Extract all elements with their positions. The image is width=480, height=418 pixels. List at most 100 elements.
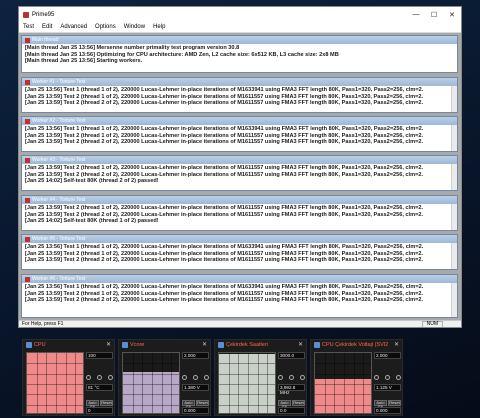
worker-icon	[25, 157, 30, 163]
radio-knob-icon[interactable]	[289, 375, 294, 380]
log-line: [Jan 25 14:02] Self-test 80K (thread 1 o…	[25, 218, 159, 225]
menu-test[interactable]: Test	[19, 24, 38, 30]
radio-knob-icon[interactable]	[396, 375, 401, 380]
child-title-bar[interactable]: Worker #6 - Torture Test	[22, 275, 457, 283]
close-icon[interactable]: ✕	[298, 340, 303, 350]
vertical-scrollbar[interactable]	[451, 125, 457, 151]
radio-knob-icon[interactable]	[385, 375, 390, 380]
close-button[interactable]: ✕	[443, 7, 461, 22]
vertical-scrollbar[interactable]	[451, 243, 457, 269]
worker-4-window[interactable]: Worker #4 - Torture Test [Jan 25 13:59] …	[21, 195, 458, 231]
graph-knobs	[86, 375, 113, 381]
auto-fit-button[interactable]: Auto Fit	[278, 400, 291, 409]
min-value-field: 0.000	[374, 407, 401, 414]
gadget-title: CPU Çekirdek Voltaji (SVI2 TFN)	[322, 342, 389, 358]
minimize-button[interactable]: —	[407, 7, 425, 22]
child-title-bar[interactable]: Worker #2 - Torture Test	[22, 117, 457, 125]
log-text[interactable]: [Jan 25 13:59] Test 2 (thread 1 of 2), 2…	[22, 204, 457, 226]
child-title-bar[interactable]: Worker #1 - Torture Test	[22, 78, 457, 86]
max-value-field[interactable]: 2.000	[182, 352, 209, 359]
sensor-gadget-vcore[interactable]: Vcore ✕ 2.000 1.380 V Auto FitReset0.000	[118, 339, 211, 416]
reset-button[interactable]: Reset	[292, 400, 305, 406]
vertical-scrollbar[interactable]	[451, 86, 457, 112]
vertical-scrollbar[interactable]	[451, 204, 457, 230]
child-title: Worker #2 - Torture Test	[32, 118, 86, 124]
max-value-field[interactable]: 3000.0	[278, 352, 305, 359]
vertical-scrollbar[interactable]	[451, 283, 457, 317]
worker-2-window[interactable]: Worker #2 - Torture Test [Jan 25 13:56] …	[21, 116, 458, 152]
log-text[interactable]: [Jan 25 13:56] Test 1 (thread 1 of 2), 2…	[22, 86, 457, 108]
current-value-field: 1.125 V	[374, 384, 401, 391]
log-text[interactable]: [Main thread Jan 25 13:56] Mersenne numb…	[22, 44, 457, 66]
radio-knob-icon[interactable]	[193, 375, 198, 380]
auto-fit-button[interactable]: Auto Fit	[182, 400, 195, 409]
menu-options[interactable]: Options	[91, 24, 120, 30]
current-value-field: 3,992.8 MHz	[278, 384, 305, 395]
prime95-window[interactable]: Prime95 — ☐ ✕ Test Edit Advanced Options…	[18, 6, 462, 328]
child-title-bar[interactable]: Worker #4 - Torture Test	[22, 196, 457, 204]
max-value-field[interactable]: 100	[86, 352, 113, 359]
reset-button[interactable]: Reset	[388, 400, 401, 406]
status-bar: For Help, press F1 NUM	[19, 320, 461, 327]
log-line: [Main thread Jan 25 13:56] Optimizing fo…	[25, 51, 339, 58]
child-title-bar[interactable]: Worker #3 - Torture Test	[22, 156, 457, 164]
child-title: Worker #3 - Torture Test	[32, 157, 86, 163]
log-text[interactable]: [Jan 25 13:56] Test 1 (thread 1 of 2), 2…	[22, 243, 457, 265]
log-line: [Jan 25 13:56] Test 1 (thread 1 of 2), 2…	[25, 87, 424, 93]
log-line: [Jan 25 14:02] Self-test 80K (thread 2 o…	[25, 178, 159, 185]
main-thread-window[interactable]: Main thread [Main thread Jan 25 13:56] M…	[21, 35, 458, 73]
grid-line	[267, 353, 269, 413]
sensor-graph	[218, 352, 276, 414]
radio-knob-icon[interactable]	[86, 375, 91, 380]
graph-knobs	[278, 375, 305, 381]
graph-buttons: Auto FitReset	[86, 400, 113, 409]
maximize-button[interactable]: ☐	[425, 7, 443, 22]
log-text[interactable]: [Jan 25 13:56] Test 1 (thread 1 of 2), 2…	[22, 125, 457, 147]
worker-5-window[interactable]: Worker #5 - Torture Test [Jan 25 13:56] …	[21, 234, 458, 270]
child-title-bar[interactable]: Worker #5 - Torture Test	[22, 235, 457, 243]
close-icon[interactable]: ✕	[394, 340, 399, 350]
max-value-field[interactable]: 2.000	[374, 352, 401, 359]
worker-6-window[interactable]: Worker #6 - Torture Test [Jan 25 13:56] …	[21, 274, 458, 318]
radio-knob-icon[interactable]	[374, 375, 379, 380]
radio-knob-icon[interactable]	[108, 375, 113, 380]
reset-button[interactable]: Reset	[196, 400, 209, 406]
radio-knob-icon[interactable]	[97, 375, 102, 380]
sensor-gadget-core-voltage[interactable]: CPU Çekirdek Voltaji (SVI2 TFN) ✕ 2.000 1.1…	[310, 339, 403, 416]
auto-fit-button[interactable]: Auto Fit	[86, 400, 99, 409]
log-line: [Jan 25 13:56] Test 1 (thread 1 of 2), 2…	[25, 284, 424, 290]
menu-advanced[interactable]: Advanced	[56, 24, 91, 30]
close-icon[interactable]: ✕	[106, 340, 111, 350]
radio-knob-icon[interactable]	[278, 375, 283, 380]
sensor-graph	[26, 352, 84, 414]
radio-knob-icon[interactable]	[204, 375, 209, 380]
reset-button[interactable]: Reset	[100, 400, 113, 406]
worker-1-window[interactable]: Worker #1 - Torture Test [Jan 25 13:56] …	[21, 77, 458, 113]
graph-controls: 3000.0 3,992.8 MHz Auto FitReset0.0	[278, 352, 306, 414]
auto-fit-button[interactable]: Auto Fit	[374, 400, 387, 409]
min-value-field: 0.0	[278, 407, 305, 414]
worker-icon	[25, 236, 30, 242]
log-text[interactable]: [Jan 25 13:59] Test 2 (thread 1 of 2), 2…	[22, 164, 457, 186]
menu-edit[interactable]: Edit	[38, 24, 56, 30]
log-line: [Jan 25 13:59] Test 2 (thread 1 of 2), 2…	[25, 93, 423, 100]
grid-line	[363, 353, 365, 413]
log-line: [Jan 25 13:59] Test 2 (thread 2 of 2), 2…	[25, 139, 423, 146]
worker-3-window[interactable]: Worker #3 - Torture Test [Jan 25 13:59] …	[21, 155, 458, 191]
grid-line	[75, 353, 77, 413]
current-value-field: 81 °C	[86, 384, 113, 391]
menu-window[interactable]: Window	[120, 24, 149, 30]
log-text[interactable]: [Jan 25 13:56] Test 1 (thread 1 of 2), 2…	[22, 283, 457, 305]
mdi-client-area: Main thread [Main thread Jan 25 13:56] M…	[19, 33, 461, 320]
child-title-bar[interactable]: Main thread	[22, 36, 457, 44]
menu-help[interactable]: Help	[149, 24, 169, 30]
vertical-scrollbar[interactable]	[451, 164, 457, 190]
radio-knob-icon[interactable]	[182, 375, 187, 380]
sensor-graph	[122, 352, 180, 414]
radio-knob-icon[interactable]	[300, 375, 305, 380]
title-bar[interactable]: Prime95 — ☐ ✕	[19, 7, 461, 22]
close-icon[interactable]: ✕	[202, 340, 207, 350]
sensor-gadget-cpu[interactable]: CPU ✕ 100 81 °C Auto FitReset0	[22, 339, 115, 416]
graph-controls: 100 81 °C Auto FitReset0	[86, 352, 114, 414]
sensor-gadget-core-clocks[interactable]: Çekirdek Saatleri ✕ 3000.0 3,992.8 MHz Auto …	[214, 339, 307, 416]
